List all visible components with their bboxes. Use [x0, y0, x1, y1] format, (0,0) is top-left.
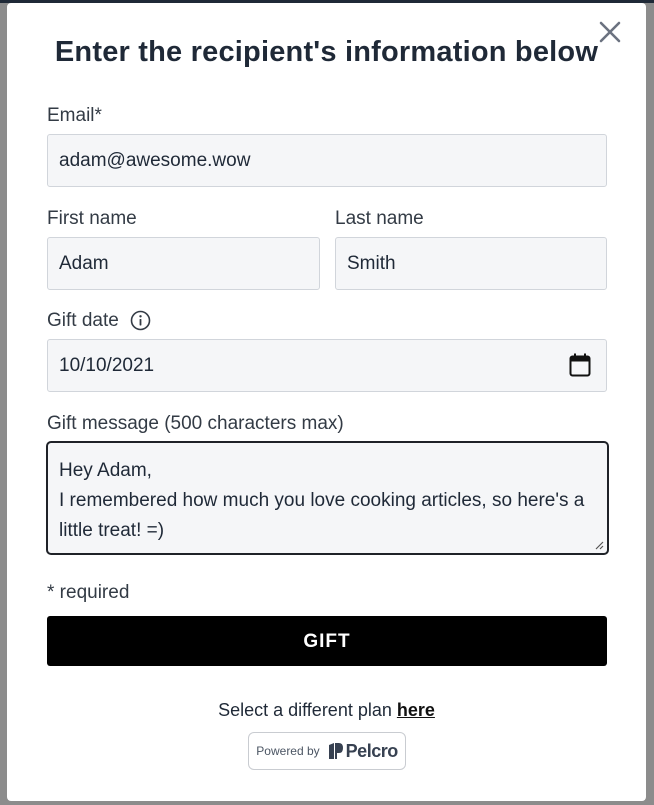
gift-date-label: Gift date	[47, 310, 119, 331]
calendar-icon[interactable]	[569, 353, 591, 377]
resize-grip-icon[interactable]	[594, 540, 604, 550]
gift-message-label: Gift message (500 characters max)	[47, 413, 344, 434]
powered-by-badge[interactable]: Powered by Pelcro	[248, 732, 406, 770]
last-name-field[interactable]: Smith	[335, 237, 607, 290]
pelcro-logo-icon	[328, 743, 343, 759]
modal-title: Enter the recipient's information below	[54, 36, 599, 68]
gift-modal	[7, 3, 646, 801]
info-icon[interactable]	[130, 310, 151, 331]
select-plan-text: Select a different plan	[218, 700, 392, 720]
email-field[interactable]: adam@awesome.wow	[47, 134, 607, 187]
gift-button[interactable]: GIFT	[47, 616, 607, 666]
pelcro-logo: Pelcro	[328, 741, 398, 762]
last-name-label: Last name	[335, 208, 424, 229]
select-plan-link[interactable]: here	[397, 700, 435, 720]
gift-date-field[interactable]: 10/10/2021	[47, 339, 607, 392]
powered-by-text: Powered by	[256, 744, 320, 758]
gift-message-textarea[interactable]: Hey Adam, I remembered how much you love…	[46, 441, 609, 555]
pelcro-brand-name: Pelcro	[345, 740, 399, 761]
first-name-label: First name	[47, 208, 137, 229]
select-plan-line: Select a different plan here	[7, 698, 646, 722]
required-note: * required	[47, 582, 130, 603]
email-label: Email*	[47, 105, 102, 126]
first-name-field[interactable]: Adam	[47, 237, 320, 290]
